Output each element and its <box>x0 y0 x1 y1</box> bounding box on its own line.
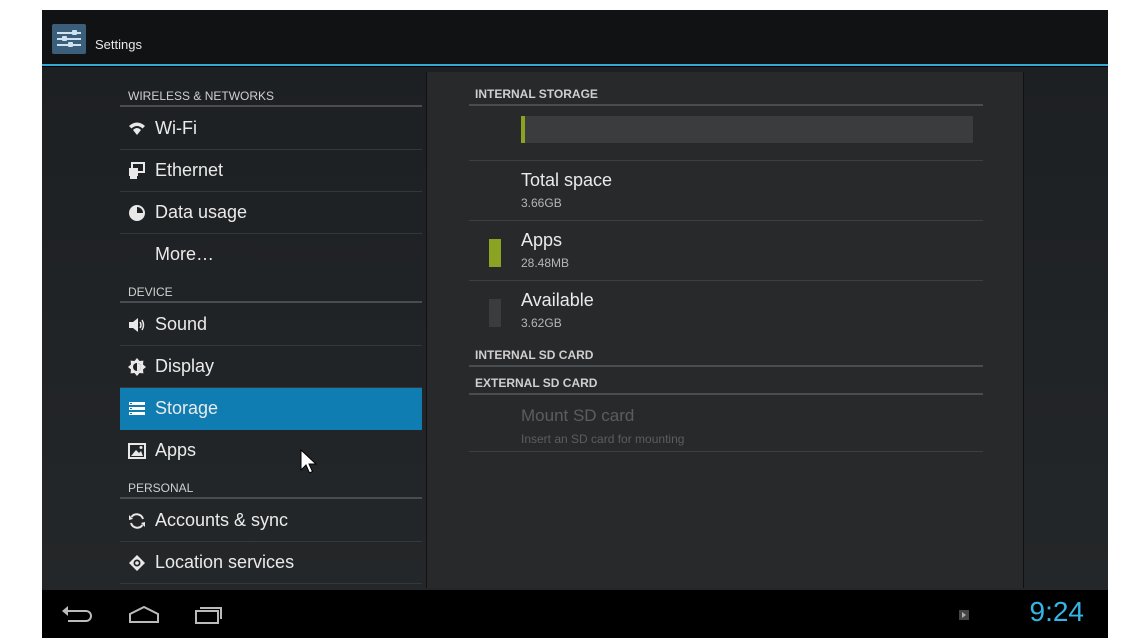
sidebar-item-label: More… <box>155 244 215 264</box>
system-navigation-bar: 9:24 <box>42 590 1108 638</box>
settings-app-icon[interactable] <box>52 24 86 54</box>
sidebar-item-storage[interactable]: Storage <box>120 388 422 430</box>
sidebar-item-label: Display <box>155 356 215 376</box>
apps-storage-label: Apps <box>521 230 563 250</box>
available-storage-value: 3.62GB <box>521 316 562 330</box>
mouse-pointer-icon <box>300 448 318 480</box>
storage-detail-panel: INTERNAL STORAGE Total space 3.66GB Apps… <box>426 72 1024 588</box>
back-icon[interactable] <box>58 602 98 628</box>
sidebar-item-label: Apps <box>155 440 197 460</box>
section-header-label: DEVICE <box>128 285 173 299</box>
status-clock[interactable]: 9:24 <box>1030 596 1085 628</box>
external-sd-card-header-label: EXTERNAL SD CARD <box>475 376 598 390</box>
sidebar-item-label: Wi-Fi <box>155 118 197 138</box>
internal-storage-header-label: INTERNAL STORAGE <box>475 87 598 101</box>
recent-apps-icon[interactable] <box>188 602 228 628</box>
sidebar-item-data-usage[interactable]: Data usage <box>120 192 422 234</box>
row-divider <box>469 451 983 452</box>
section-header-device: DEVICE <box>120 276 422 303</box>
sidebar-item-accounts-sync[interactable]: Accounts & sync <box>120 500 422 542</box>
sidebar-item-label: Data usage <box>155 202 248 222</box>
data-usage-icon <box>128 204 146 222</box>
internal-sd-card-header: INTERNAL SD CARD <box>469 334 983 367</box>
sidebar-item-sound[interactable]: Sound <box>120 304 422 346</box>
wifi-icon <box>128 120 146 138</box>
total-space-label: Total space <box>521 170 613 190</box>
app-title: Settings <box>95 37 142 52</box>
mount-sd-card-label: Mount SD card <box>521 406 635 425</box>
row-divider <box>469 220 983 221</box>
speaker-icon <box>128 316 146 334</box>
section-header-label: WIRELESS & NETWORKS <box>128 89 275 103</box>
notification-play-icon[interactable] <box>959 610 969 620</box>
sidebar-item-apps[interactable]: Apps <box>120 430 422 472</box>
action-bar: Settings <box>42 10 1108 66</box>
sync-icon <box>128 512 146 530</box>
sidebar-item-wifi[interactable]: Wi-Fi <box>120 108 422 150</box>
section-header-wireless: WIRELESS & NETWORKS <box>120 67 422 107</box>
storage-icon <box>128 400 146 418</box>
storage-apps-fill <box>521 116 525 143</box>
external-sd-card-header: EXTERNAL SD CARD <box>469 368 983 395</box>
sidebar-item-ethernet[interactable]: Ethernet <box>120 150 422 192</box>
section-header-personal: PERSONAL <box>120 472 422 499</box>
sidebar-item-location[interactable]: Location services <box>120 542 422 584</box>
section-header-label: PERSONAL <box>128 481 194 495</box>
apps-storage-value: 28.48MB <box>521 256 570 270</box>
row-divider <box>469 160 983 161</box>
home-icon[interactable] <box>124 602 164 628</box>
sidebar-item-label: Ethernet <box>155 160 224 180</box>
sidebar-item-more[interactable]: More… <box>120 234 422 276</box>
sidebar-item-display[interactable]: Display <box>120 346 422 388</box>
tablet-screen: Settings WIRELESS & NETWORKS Wi-Fi Ether… <box>42 10 1108 638</box>
sidebar-item-label: Sound <box>155 314 208 334</box>
available-color-swatch <box>489 299 501 327</box>
sidebar-item-label: Location services <box>155 552 295 572</box>
sidebar-item-label: Accounts & sync <box>155 510 289 530</box>
mount-sd-card-hint: Insert an SD card for mounting <box>521 432 685 446</box>
available-storage-label: Available <box>521 290 594 310</box>
row-divider <box>469 280 983 281</box>
ethernet-icon <box>128 162 146 180</box>
internal-sd-card-header-label: INTERNAL SD CARD <box>475 348 594 362</box>
sidebar-item-label: Storage <box>155 398 219 418</box>
content-area: WIRELESS & NETWORKS Wi-Fi Ethernet Data … <box>42 67 1108 590</box>
apps-icon <box>128 442 146 460</box>
brightness-icon <box>128 358 146 376</box>
apps-color-swatch <box>489 239 501 267</box>
internal-storage-header: INTERNAL STORAGE <box>469 72 983 106</box>
storage-usage-bar <box>521 116 973 143</box>
settings-headers-list: WIRELESS & NETWORKS Wi-Fi Ethernet Data … <box>120 67 422 590</box>
location-icon <box>128 554 146 572</box>
total-space-value: 3.66GB <box>521 196 562 210</box>
action-bar-divider <box>42 64 1108 66</box>
